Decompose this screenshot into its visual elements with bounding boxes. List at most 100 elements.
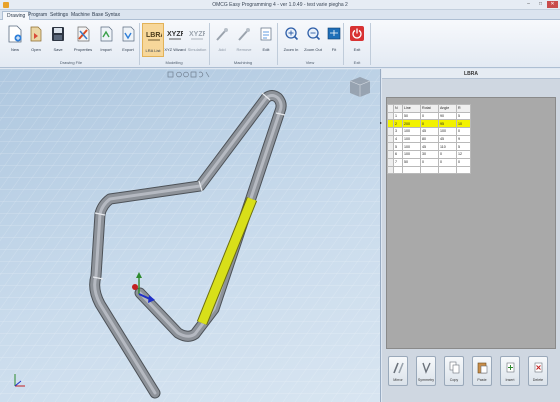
column-header[interactable]: Rotat: [420, 104, 439, 113]
table-cell[interactable]: 12: [456, 150, 471, 159]
table-cell[interactable]: 100: [402, 127, 421, 136]
column-header[interactable]: Angle: [438, 104, 457, 113]
table-cell[interactable]: 100: [402, 134, 421, 144]
table-cell[interactable]: 100: [402, 142, 421, 152]
close-button[interactable]: ✕: [547, 1, 558, 8]
table-cell[interactable]: 200: [402, 119, 421, 129]
delete-label: Delete: [532, 378, 544, 382]
table-cell[interactable]: 50: [402, 111, 421, 121]
table-cell[interactable]: 0: [456, 127, 471, 136]
3d-viewport[interactable]: [0, 69, 381, 402]
table-cell[interactable]: 95: [438, 119, 457, 129]
edit-icon: [260, 27, 272, 41]
lbra-table: N Line Rotat Angle R 1 50 0 90 5 2 200 0…: [387, 104, 471, 175]
table-cell[interactable]: 100: [438, 127, 457, 136]
fit-button[interactable]: Fit: [323, 23, 345, 57]
simulation-button[interactable]: XYZR Simulation: [186, 23, 208, 57]
lbra-panel: LBRA N Line Rotat Angle R 1 50 0 90 5 2 …: [380, 69, 560, 402]
table-cell[interactable]: [438, 165, 457, 175]
table-cell[interactable]: 5: [393, 142, 403, 152]
table-cell[interactable]: 7: [393, 157, 403, 167]
table-cell[interactable]: 90: [438, 111, 457, 121]
remove-icon: [238, 28, 250, 41]
edit-button[interactable]: Edit: [255, 23, 277, 57]
export-icon: [122, 26, 135, 42]
table-cell[interactable]: 0: [438, 157, 457, 167]
table-cell[interactable]: 45: [438, 134, 457, 144]
properties-button[interactable]: Properties: [72, 23, 94, 57]
table-cell[interactable]: 4: [393, 134, 403, 144]
edit-button-row: Mirror Symmetry Copy Paste Insert Delete: [386, 354, 558, 398]
new-document-icon: [8, 25, 22, 43]
mirror-button[interactable]: Mirror: [388, 356, 408, 386]
table-row[interactable]: 4 100 80 45 9: [387, 134, 471, 144]
table-cell[interactable]: 80: [420, 134, 439, 144]
export-button[interactable]: Export: [117, 23, 139, 57]
xyz-icon: XYZR: [167, 31, 183, 40]
table-cell[interactable]: 100: [402, 150, 421, 159]
group-separator: [209, 23, 210, 65]
table-cell[interactable]: [393, 165, 403, 175]
table-cell[interactable]: 0: [420, 111, 439, 121]
paste-button[interactable]: Paste: [472, 356, 492, 386]
table-cell[interactable]: 0: [420, 119, 439, 129]
table-cell[interactable]: 45: [420, 127, 439, 136]
symmetry-button[interactable]: Symmetry: [416, 356, 436, 386]
table-cell[interactable]: 0: [438, 150, 457, 159]
zoom-in-icon: [285, 27, 299, 41]
exit-label: Exit: [353, 47, 361, 52]
copy-icon: [449, 361, 460, 374]
copy-label: Copy: [449, 378, 459, 382]
table-cell[interactable]: 50: [402, 157, 421, 167]
table-row[interactable]: 3 100 45 100 0: [387, 127, 471, 136]
minimize-button[interactable]: –: [523, 1, 534, 8]
table-cell[interactable]: 6: [393, 150, 403, 159]
group-label-view: View: [305, 60, 315, 65]
table-row[interactable]: 7 50 0 0 0: [387, 157, 471, 167]
mirror-label: Mirror: [393, 378, 403, 382]
properties-icon: [77, 26, 90, 42]
table-cell[interactable]: 9: [456, 134, 471, 144]
copy-button[interactable]: Copy: [444, 356, 464, 386]
table-cell[interactable]: 10: [456, 119, 471, 129]
tab-base-syntax[interactable]: Base Syntax: [88, 11, 124, 20]
table-row[interactable]: 6 100 30 0 12: [387, 150, 471, 159]
ribbon: New Open Save Properties Import Export L…: [0, 20, 560, 68]
symmetry-label: Symmetry: [417, 378, 435, 382]
delete-button[interactable]: Delete: [528, 356, 548, 386]
save-button[interactable]: Save: [47, 23, 69, 57]
exit-button[interactable]: Exit: [346, 23, 368, 57]
table-row[interactable]: 1 50 0 90 5: [387, 111, 471, 121]
table-cell[interactable]: 2: [393, 119, 403, 129]
maximize-button[interactable]: □: [535, 1, 546, 8]
group-separator: [343, 23, 344, 65]
column-header[interactable]: Line: [402, 104, 421, 113]
fit-icon: [327, 27, 341, 40]
open-folder-icon: [30, 26, 42, 42]
table-cell[interactable]: 0: [456, 157, 471, 167]
table-cell[interactable]: 0: [420, 157, 439, 167]
column-header[interactable]: R: [456, 104, 471, 113]
insert-button[interactable]: Insert: [500, 356, 520, 386]
axis-origin: [132, 284, 138, 290]
table-cell[interactable]: [456, 165, 471, 175]
table-cell[interactable]: 5: [456, 142, 471, 152]
viewport-scene: [0, 69, 380, 402]
table-cell[interactable]: 5: [456, 111, 471, 121]
column-header[interactable]: N: [393, 104, 403, 113]
table-cell[interactable]: 1: [393, 111, 403, 121]
zoom-out-icon: [307, 27, 321, 41]
import-icon: [100, 26, 113, 42]
table-row[interactable]: 5 100 45 110 5: [387, 142, 471, 152]
table-row-selected[interactable]: 2 200 0 95 10: [387, 119, 471, 129]
table-cell[interactable]: [402, 165, 421, 175]
edit-label: Edit: [262, 47, 270, 52]
symmetry-icon: [422, 362, 431, 374]
table-row-new[interactable]: [387, 165, 471, 175]
table-cell[interactable]: 30: [420, 150, 439, 159]
table-cell[interactable]: 45: [420, 142, 439, 152]
table-cell[interactable]: 3: [393, 127, 403, 136]
table-cell[interactable]: [420, 165, 439, 175]
power-icon: [350, 26, 364, 41]
table-cell[interactable]: 110: [438, 142, 457, 152]
